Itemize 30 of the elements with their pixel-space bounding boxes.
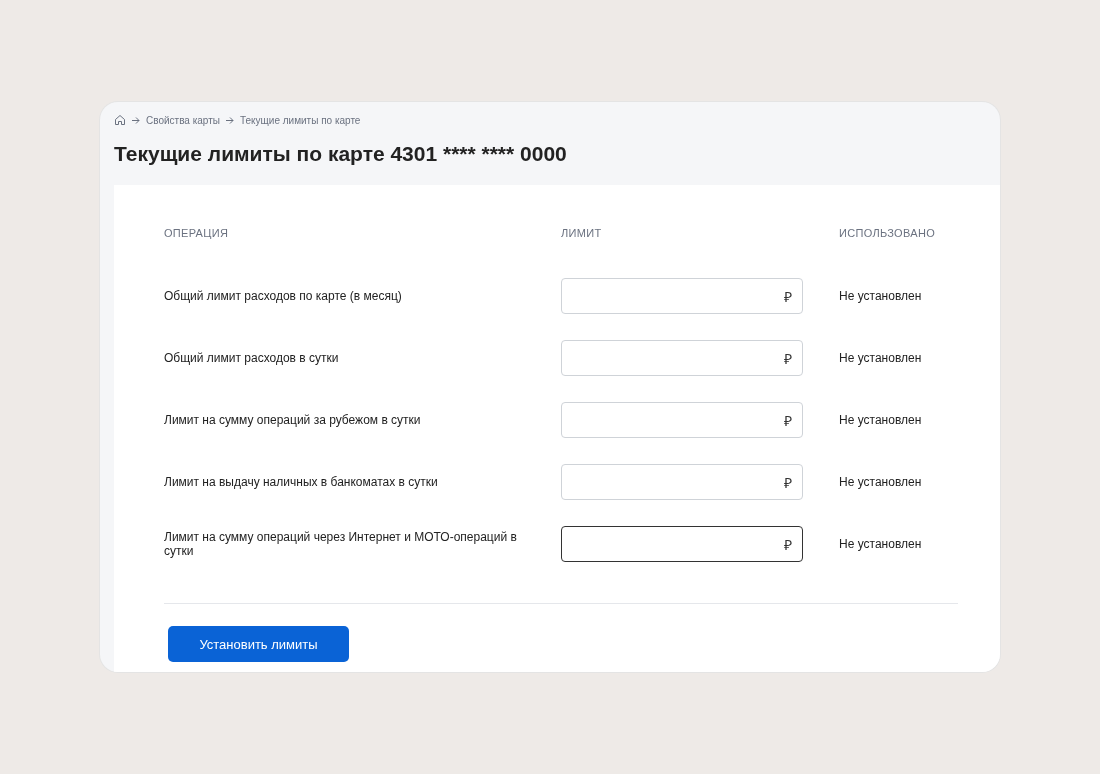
operation-label: Лимит на выдачу наличных в банкоматах в сутки: [164, 474, 439, 491]
limit-input-field[interactable]: ₽: [561, 278, 803, 314]
currency-sign: ₽: [784, 349, 792, 368]
currency-sign: ₽: [784, 411, 792, 430]
operation-label: Общий лимит расходов по карте (в месяц): [164, 288, 403, 305]
used-value: Не установлен: [839, 475, 923, 489]
limit-input-field[interactable]: ₽: [561, 464, 803, 500]
column-header: ЛИМИТ: [561, 226, 603, 241]
currency-sign: ₽: [784, 535, 792, 554]
used-value: Не установлен: [839, 413, 923, 427]
used-value: Не установлен: [839, 289, 923, 303]
arrow-icon: [225, 116, 234, 124]
currency-sign: ₽: [784, 473, 792, 492]
limit-input-field[interactable]: ₽: [561, 340, 803, 376]
home-icon[interactable]: [114, 114, 126, 126]
limit-input-field[interactable]: ₽: [561, 526, 803, 562]
used-value: Не установлен: [839, 537, 923, 551]
operation-label: Лимит на сумму операций через Интернет и МОТО-операций в сутки: [164, 529, 518, 560]
currency-sign: ₽: [784, 287, 792, 306]
set-limits-button[interactable]: Установить лимиты: [168, 626, 349, 662]
page-title: Текущие лимиты по карте 4301 **** **** 0000: [113, 141, 568, 167]
column-header: ИСПОЛЬЗОВАНО: [839, 226, 936, 241]
breadcrumb-link[interactable]: Текущие лимиты по карте: [239, 114, 361, 126]
limit-input-field[interactable]: ₽: [561, 402, 803, 438]
breadcrumb-link[interactable]: Свойства карты: [146, 114, 220, 126]
arrow-icon: [132, 116, 140, 124]
used-value: Не установлен: [839, 351, 923, 365]
column-header: ОПЕРАЦИЯ: [164, 226, 230, 241]
operation-label: Лимит на сумму операций за рубежом в сутки: [164, 412, 422, 429]
operation-label: Общий лимит расходов в сутки: [164, 350, 340, 367]
